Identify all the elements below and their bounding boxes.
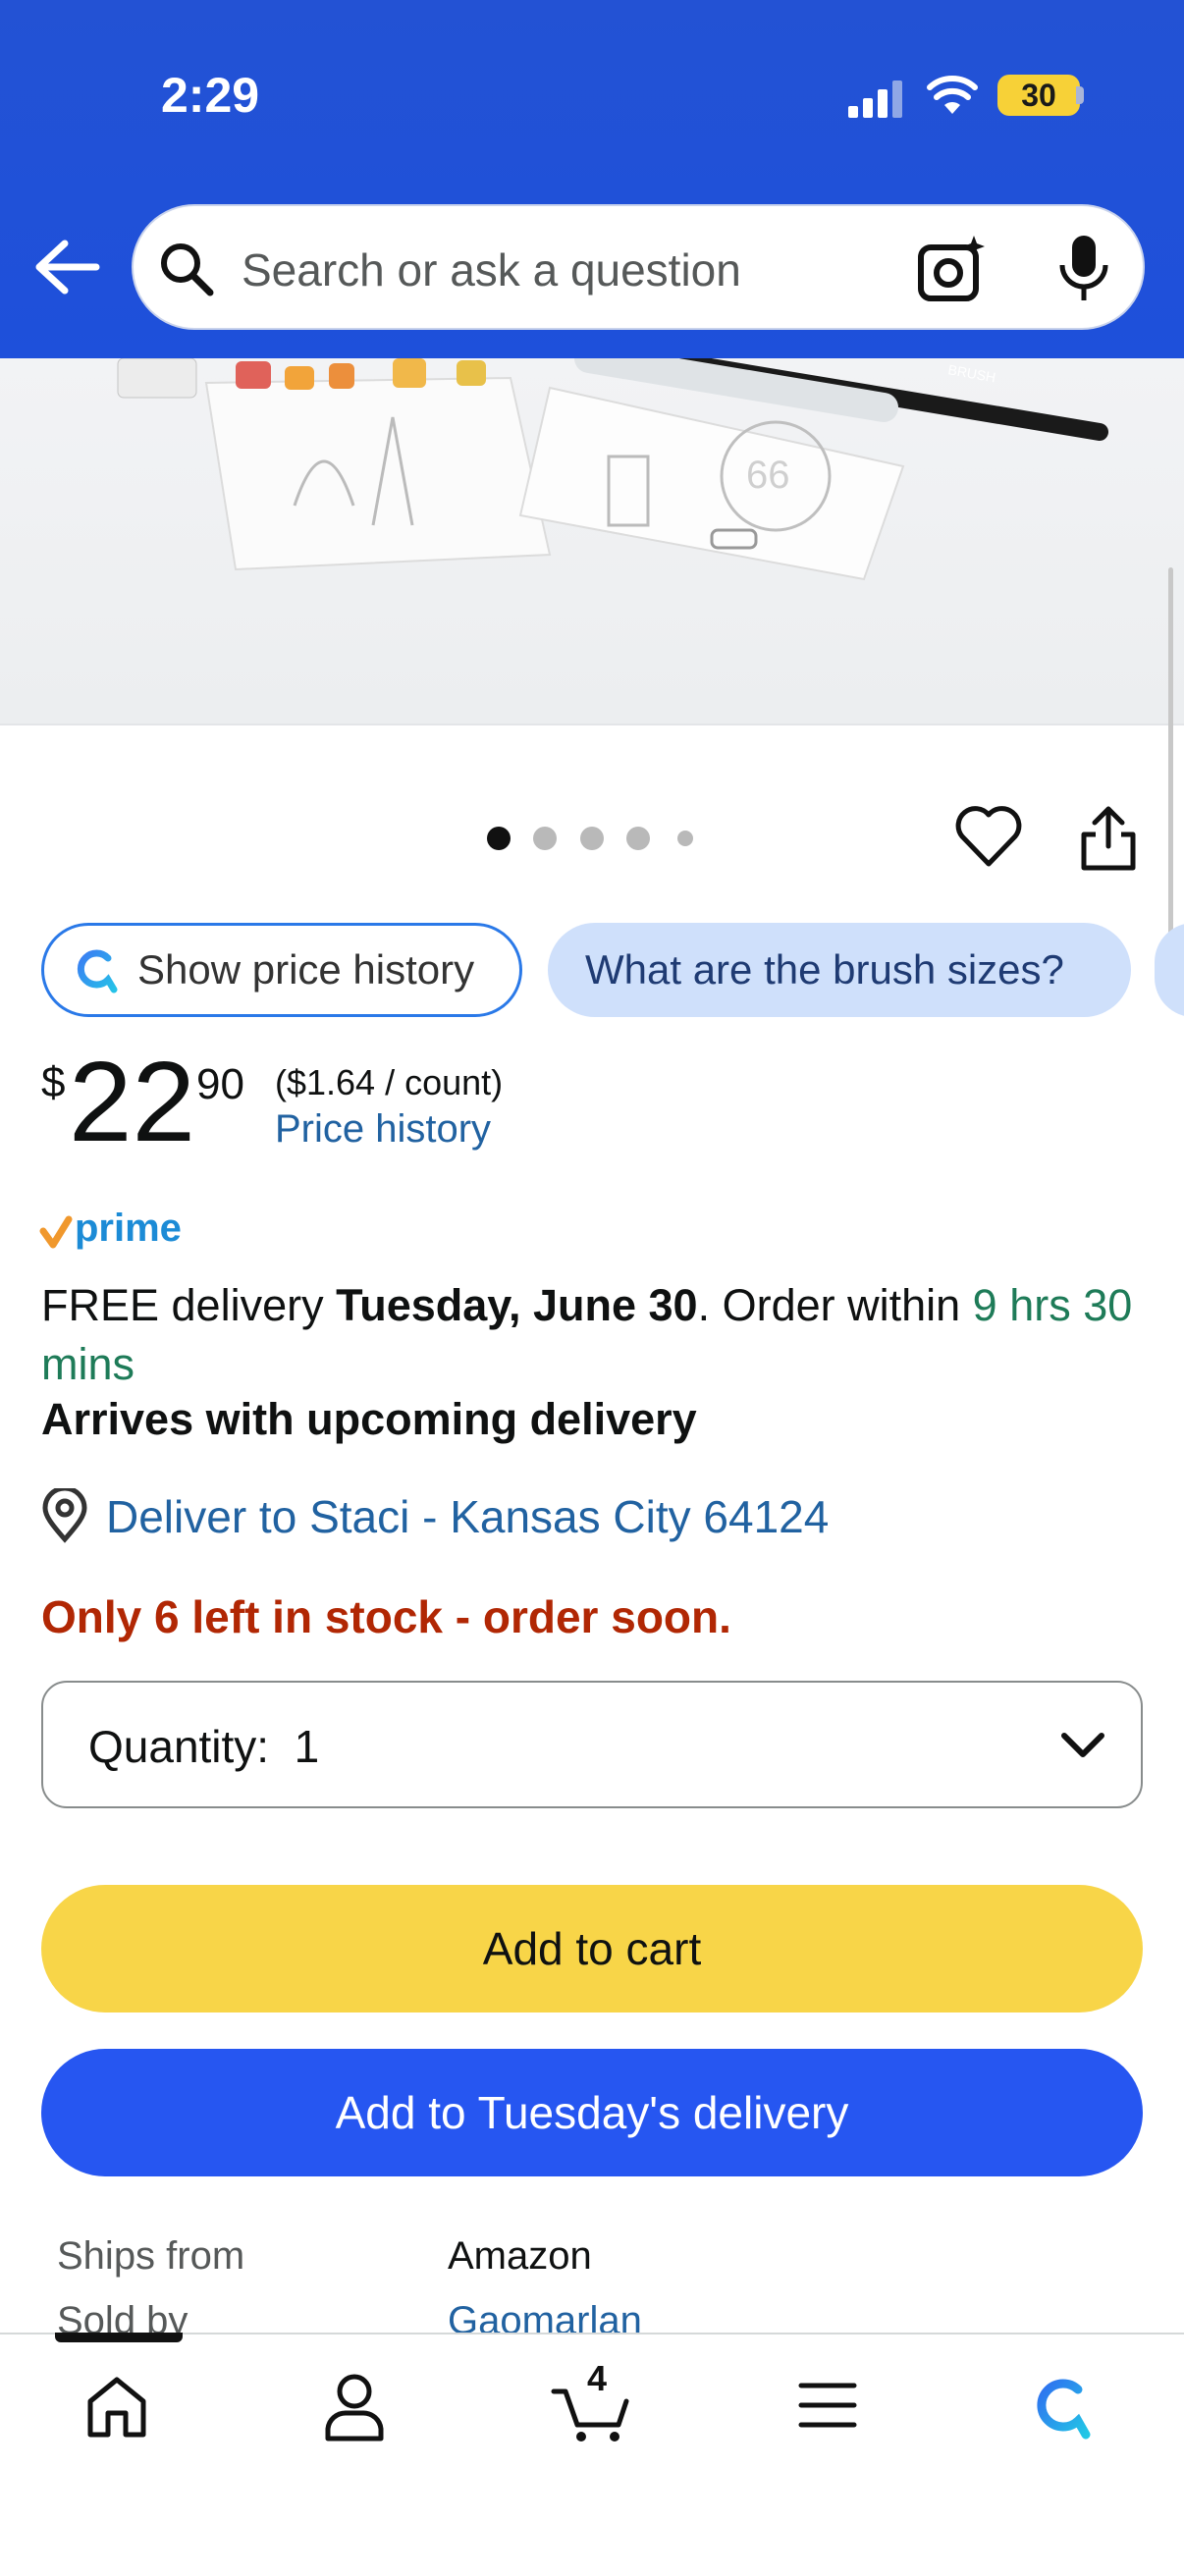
account-icon[interactable] [320,2372,389,2442]
quantity-label-text: Quantity: [88,1721,270,1772]
delivery-prefix: FREE delivery [41,1280,337,1330]
question-chip-partial[interactable] [1155,923,1184,1017]
battery-indicator: 30 [997,75,1080,116]
add-to-cart-button[interactable]: Add to cart [41,1885,1143,2012]
carousel-dot-small[interactable] [677,831,693,846]
unit-price: ($1.64 / count) [275,1062,504,1102]
product-image[interactable]: BRUSH 66 [0,358,1184,725]
svg-text:66: 66 [746,454,790,497]
delivery-date: Tuesday, June 30 [336,1280,698,1330]
home-icon[interactable] [82,2372,151,2441]
carousel-dot[interactable] [626,827,650,850]
rufus-icon [77,949,118,993]
carousel-dot[interactable] [580,827,604,850]
stock-message: Only 6 left in stock - order soon. [41,1591,731,1642]
ships-from-value: Amazon [448,2234,592,2278]
quantity-value: 1 [294,1721,320,1772]
wifi-icon [927,76,978,114]
scrollbar[interactable] [1168,567,1173,940]
active-tab-indicator [55,2333,183,2342]
product-photo-illustration: BRUSH 66 [117,358,1108,581]
share-icon[interactable] [1076,803,1141,872]
camera-search-icon[interactable] [917,234,988,302]
chevron-down-icon [1061,1733,1104,1757]
svg-text:BRUSH: BRUSH [946,361,996,385]
price-history-link[interactable]: Price history [275,1107,491,1152]
arrives-note: Arrives with upcoming delivery [41,1394,697,1444]
delivery-middle: . Order within [697,1280,973,1330]
prime-logo: prime [39,1207,182,1250]
delivery-info: FREE delivery Tuesday, June 30. Order wi… [41,1276,1151,1394]
price-whole: 22 [69,1038,196,1165]
ships-from-label: Ships from [57,2234,245,2278]
prime-label: prime [75,1207,182,1250]
add-to-delivery-button[interactable]: Add to Tuesday's delivery [41,2049,1143,2176]
battery-nub [1076,86,1084,104]
search-input[interactable]: Search or ask a question [242,243,741,296]
price-fraction: 90 [196,1060,244,1108]
search-icon [161,243,214,296]
location-pin-icon [42,1488,87,1543]
show-price-history-label: Show price history [137,946,475,993]
carousel-dot-active[interactable] [487,827,511,850]
question-chip-label: What are the brush sizes? [585,946,1064,993]
status-time: 2:29 [161,68,260,123]
cart-count-badge: 4 [587,2358,608,2398]
back-arrow-icon[interactable] [31,238,100,296]
heart-icon[interactable] [954,803,1023,868]
menu-icon[interactable] [795,2378,860,2433]
carousel-dot[interactable] [533,827,557,850]
cellular-signal-icon [848,80,902,118]
price-currency: $ [41,1058,66,1106]
microphone-icon[interactable] [1054,234,1113,302]
quantity-label: Quantity: 1 [88,1720,319,1773]
rufus-assistant-icon[interactable] [1025,2372,1100,2441]
deliver-to-link[interactable]: Deliver to Staci - Kansas City 64124 [106,1490,829,1543]
